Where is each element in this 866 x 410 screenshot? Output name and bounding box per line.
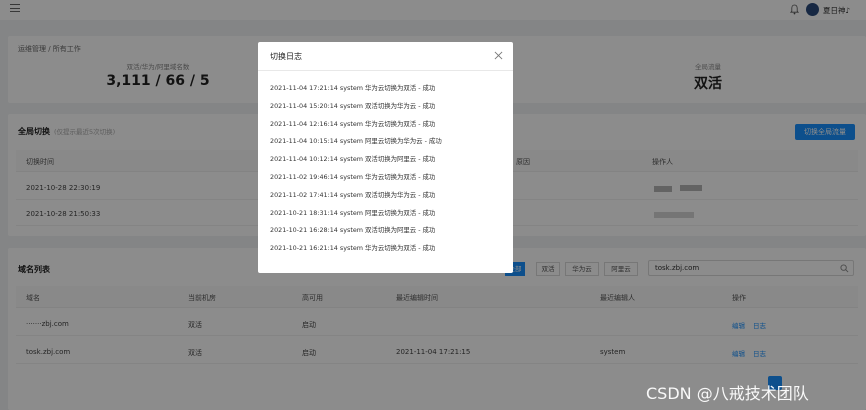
- log-entry: 2021-10-21 16:21:14 system 华为云切换为双活 - 成功: [270, 244, 436, 253]
- modal-title: 切换日志: [270, 52, 302, 61]
- log-entry: 2021-11-04 17:21:14 system 华为云切换为双活 - 成功: [270, 84, 436, 92]
- close-icon[interactable]: [494, 51, 503, 60]
- modal-divider: [258, 70, 513, 71]
- log-entry: 2021-11-02 17:41:14 system 双活切换为华为云 - 成功: [270, 190, 436, 199]
- log-entry: 2021-11-04 15:20:14 system 双活切换为华为云 - 成功: [270, 101, 436, 110]
- log-entry: 2021-10-21 18:31:14 system 阿里云切换为双活 - 成功: [270, 208, 436, 217]
- log-entry: 2021-11-04 10:12:14 system 双活切换为阿里云 - 成功: [270, 155, 436, 164]
- watermark: CSDN @八戒技术团队: [646, 384, 809, 403]
- log-entry: 2021-11-02 19:46:14 system 华为云切换为双活 - 成功: [270, 173, 436, 181]
- switch-log-modal: 切换日志 2021-11-04 17:21:14 system 华为云切换为双活…: [258, 42, 513, 273]
- log-entry: 2021-11-04 10:15:14 system 阿里云切换为华为云 - 成…: [270, 137, 442, 146]
- log-entry: 2021-11-04 12:16:14 system 华为云切换为双活 - 成功: [270, 119, 436, 128]
- log-entry: 2021-10-21 16:28:14 system 双活切换为阿里云 - 成功: [270, 226, 436, 235]
